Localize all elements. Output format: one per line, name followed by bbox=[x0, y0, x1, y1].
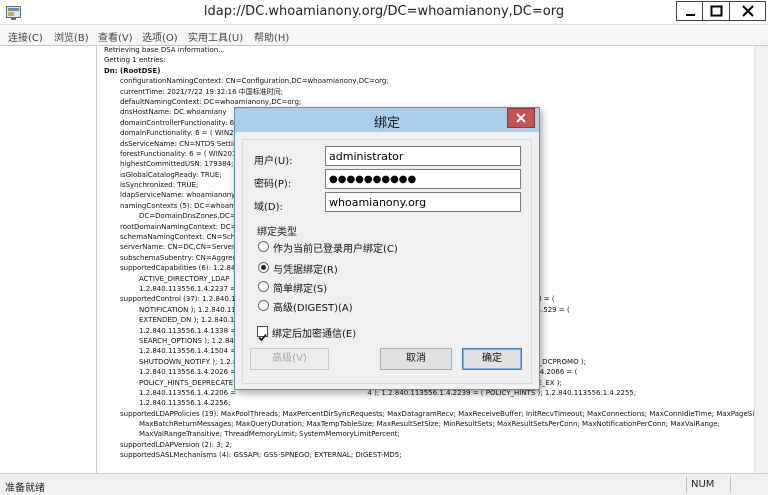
log-line: Dn: (RootDSE) bbox=[104, 66, 161, 75]
ok-button[interactable]: 确定 bbox=[462, 348, 522, 370]
user-input[interactable] bbox=[325, 146, 521, 166]
checkmark-icon bbox=[258, 333, 267, 342]
minimize-icon bbox=[686, 14, 695, 16]
radio-current-user-label: 作为当前已登录用户绑定(C) bbox=[273, 244, 398, 255]
password-label: 密码(P): bbox=[254, 179, 292, 190]
num-lock-indicator: NUM bbox=[686, 476, 730, 493]
menu-help[interactable]: 帮助(H) bbox=[254, 29, 289, 44]
close-icon bbox=[516, 113, 526, 123]
menu-bar: 连接(C) 浏览(B) 查看(V) 选项(O) 实用工具(U) 帮助(H) bbox=[0, 25, 768, 45]
window-title: ldap://DC.whoamianony.org/DC=whoamianony… bbox=[203, 4, 565, 19]
tree-pane[interactable] bbox=[0, 45, 97, 473]
close-button[interactable] bbox=[730, 1, 766, 21]
radio-with-credentials-label: 与凭据绑定(R) bbox=[273, 265, 338, 276]
maximize-button[interactable] bbox=[703, 1, 730, 21]
menu-connection[interactable]: 连接(C) bbox=[8, 29, 43, 44]
dialog-title: 绑定 bbox=[373, 116, 400, 131]
encrypt-checkbox[interactable] bbox=[257, 326, 268, 342]
log-line: Getting 1 entries: bbox=[104, 56, 166, 65]
minimize-button[interactable] bbox=[676, 1, 703, 21]
radio-simple-label: 简单绑定(S) bbox=[273, 284, 328, 295]
radio-current-user-button[interactable] bbox=[258, 241, 269, 252]
password-input[interactable] bbox=[325, 169, 521, 189]
close-icon bbox=[742, 5, 754, 17]
log-line: supportedSASLMechanisms (4): GSSAPI; GSS… bbox=[120, 451, 402, 460]
log-line: defaultNamingContext: DC=whoamianony,DC=… bbox=[120, 97, 302, 106]
radio-with-credentials-button[interactable] bbox=[258, 262, 269, 273]
menu-options[interactable]: 选项(O) bbox=[142, 29, 178, 44]
radio-digest-button[interactable] bbox=[258, 300, 269, 311]
status-text: 准备就绪 bbox=[5, 483, 45, 494]
user-label: 用户(U): bbox=[254, 156, 293, 167]
menu-browse[interactable]: 浏览(B) bbox=[54, 29, 89, 44]
log-line: supportedLDAPVersion (2): 3; 2; bbox=[120, 440, 233, 449]
menu-utilities[interactable]: 实用工具(U) bbox=[188, 29, 243, 44]
log-line: MaxBatchReturnMessages; MaxQueryDuration… bbox=[139, 420, 720, 429]
status-divider bbox=[730, 476, 731, 493]
cancel-button[interactable]: 取消 bbox=[380, 348, 452, 370]
status-bar: 准备就绪 NUM bbox=[0, 473, 768, 495]
log-line: 1.2.840.113556.1.4.2256; bbox=[139, 399, 231, 408]
bind-type-label: 绑定类型 bbox=[257, 227, 297, 238]
encrypt-label: 绑定后加密通信(E) bbox=[272, 329, 357, 340]
radio-simple-button[interactable] bbox=[258, 281, 269, 292]
maximize-icon bbox=[710, 5, 723, 17]
radio-digest-label: 高级(DIGEST)(A) bbox=[273, 303, 353, 314]
window-title-bar: ldap://DC.whoamianony.org/DC=whoamianony… bbox=[0, 0, 768, 25]
log-line: currentTime: 2021/7/22 19:32:16 中国标准时间; bbox=[120, 87, 284, 96]
log-line: supportedLDAPPolicies (19): MaxPoolThrea… bbox=[120, 409, 754, 418]
dialog-close-button[interactable] bbox=[507, 108, 535, 128]
log-line: configurationNamingContext: CN=Configura… bbox=[120, 77, 389, 86]
domain-label: 域(D): bbox=[254, 202, 283, 213]
log-line: Retrieving base DSA information... bbox=[104, 46, 225, 54]
log-line: MaxValRangeTransitive; ThreadMemoryLimit… bbox=[139, 430, 400, 439]
menu-view[interactable]: 查看(V) bbox=[98, 29, 133, 44]
vertical-scrollbar[interactable] bbox=[754, 46, 768, 473]
advanced-button[interactable]: 高级(V) bbox=[250, 348, 329, 370]
dialog-title-bar: 绑定 bbox=[235, 108, 539, 132]
domain-input[interactable] bbox=[325, 192, 521, 212]
